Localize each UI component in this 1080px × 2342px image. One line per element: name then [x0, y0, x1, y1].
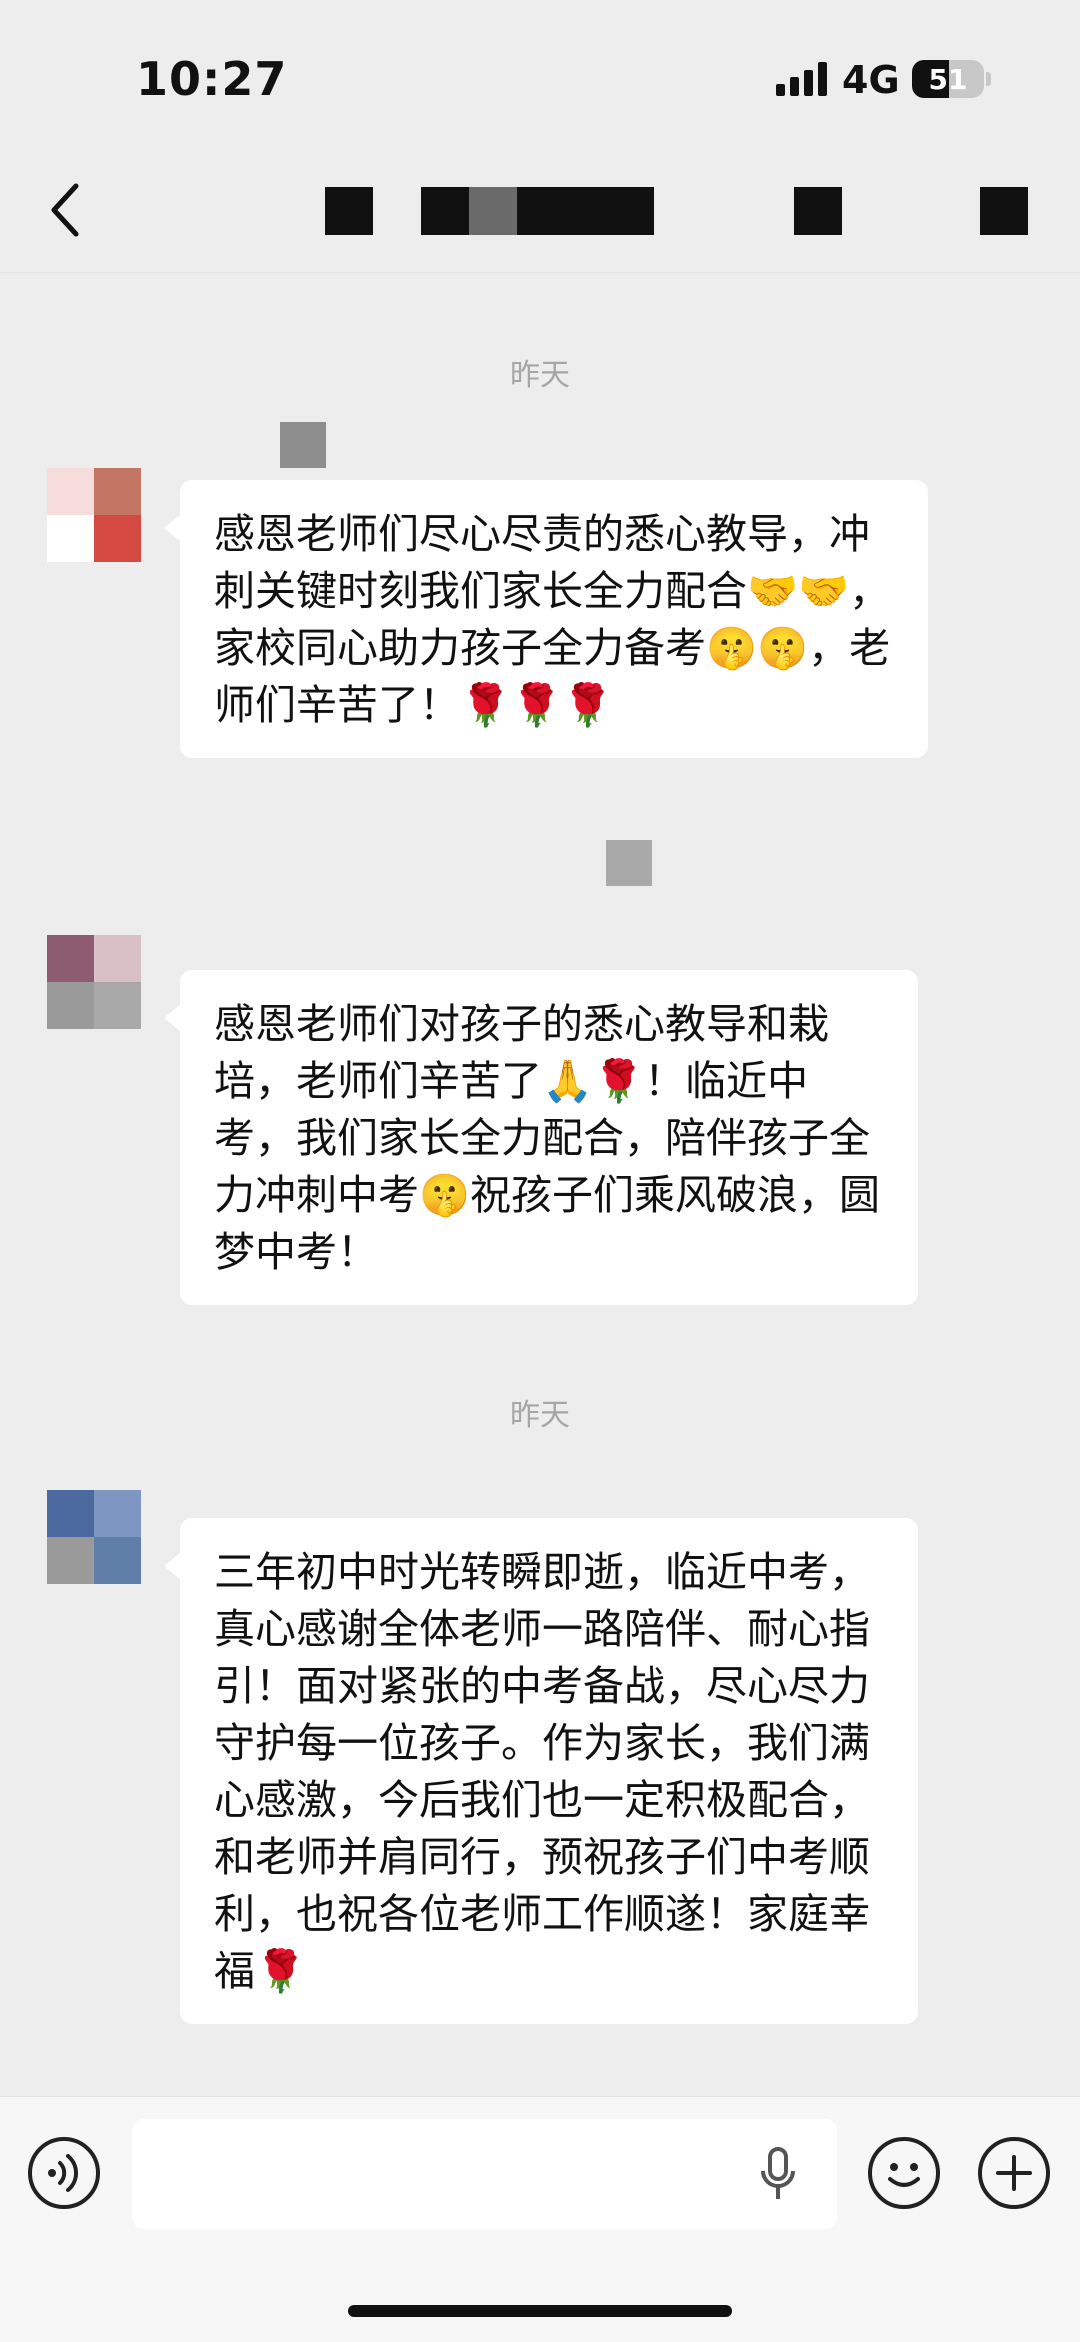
status-bar: 10:27 4G 51: [0, 0, 1080, 150]
status-time: 10:27: [136, 52, 288, 106]
back-button[interactable]: [40, 178, 100, 242]
avatar[interactable]: [47, 1490, 141, 1584]
message-timestamp: 昨天: [510, 1398, 570, 1433]
message-bubble[interactable]: 感恩老师们对孩子的悉心教导和栽培，老师们辛苦了🙏🌹！临近中考，我们家长全力配合，…: [164, 970, 918, 1305]
battery-level: 51: [928, 63, 968, 96]
message-bubble[interactable]: 三年初中时光转瞬即逝，临近中考，真心感谢全体老师一路陪伴、耐心指引！面对紧张的中…: [164, 1518, 918, 2024]
add-button[interactable]: [978, 2137, 1050, 2209]
battery-tip: [986, 72, 991, 86]
message-input[interactable]: [132, 2119, 837, 2229]
avatar[interactable]: [47, 468, 141, 562]
battery-icon: 51: [912, 60, 984, 98]
emoji-button[interactable]: [868, 2137, 940, 2209]
voice-button[interactable]: [28, 2137, 100, 2209]
cellular-signal-icon: [776, 62, 828, 96]
plus-icon: [996, 2155, 1032, 2191]
chat-header: [0, 150, 1080, 273]
home-indicator: [348, 2305, 732, 2317]
message-timestamp: 昨天: [510, 358, 570, 393]
sender-name-redacted: [280, 422, 326, 468]
emoji-icon: [888, 2163, 920, 2187]
microphone-icon[interactable]: [760, 2147, 796, 2203]
voice-icon: [48, 2154, 79, 2192]
input-bar: [0, 2096, 1080, 2342]
network-type: 4G: [842, 58, 900, 102]
avatar[interactable]: [47, 935, 141, 1029]
sender-name-redacted: [606, 840, 652, 886]
chevron-left-icon: [51, 183, 79, 237]
message-bubble[interactable]: 感恩老师们尽心尽责的悉心教导，冲刺关键时刻我们家长全力配合🤝🤝，家校同心助力孩子…: [164, 480, 928, 758]
